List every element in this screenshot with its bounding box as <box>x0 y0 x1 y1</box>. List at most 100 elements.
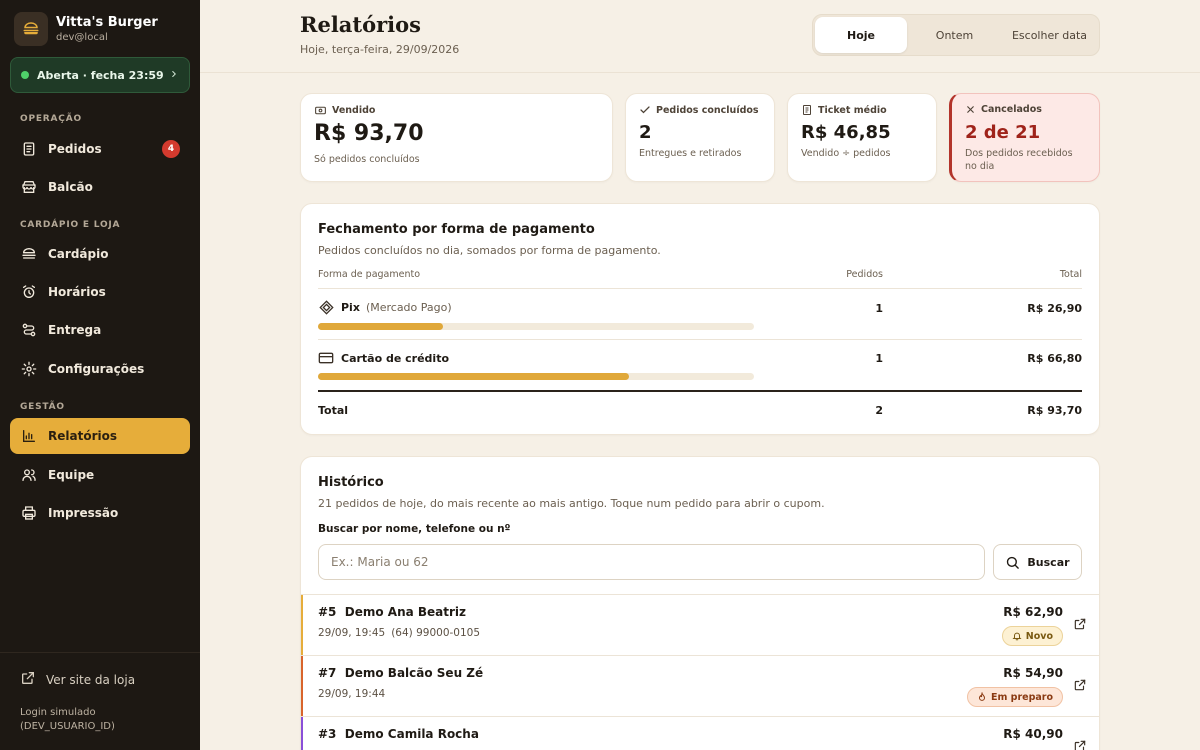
cash-icon <box>314 104 327 117</box>
kpi-label-text: Ticket médio <box>818 104 887 116</box>
order-title: #3 Demo Camila Rocha <box>318 727 479 741</box>
sidebar-item-impressao[interactable]: Impressão <box>10 495 190 531</box>
sidebar: Vitta's Burger dev@local Aberta · fecha … <box>0 0 200 750</box>
kpi-value: R$ 46,85 <box>801 122 891 143</box>
status-dot-icon <box>21 71 29 79</box>
order-row[interactable]: #5 Demo Ana Beatriz 29/09, 19:45 (64) 9900… <box>301 594 1099 655</box>
search-input[interactable] <box>318 544 985 580</box>
date-filter: Hoje Ontem Escolher data <box>812 14 1100 56</box>
flame-icon <box>977 692 987 702</box>
sidebar-item-pedidos[interactable]: Pedidos 4 <box>10 131 190 167</box>
burger-icon <box>20 245 38 263</box>
view-store-site-link[interactable]: Ver site da loja <box>20 670 135 690</box>
column-header-total: Total <box>1059 269 1082 280</box>
kpi-note: Dos pedidos recebidos no dia <box>965 147 1073 173</box>
order-status-accent <box>301 595 303 655</box>
x-icon <box>965 104 976 115</box>
order-datetime: 29/09, 19:45 <box>318 627 386 639</box>
receipt-icon <box>801 104 813 116</box>
credit-card-icon <box>318 351 334 365</box>
sidebar-item-label: Impressão <box>48 506 119 520</box>
page-subtitle: Hoje, terça-feira, 29/09/2026 <box>300 43 460 56</box>
history-title: Histórico <box>318 475 384 490</box>
pix-icon <box>318 300 334 315</box>
order-title: #5 Demo Ana Beatriz <box>318 605 466 619</box>
payment-method-credit-card: Cartão de crédito <box>318 351 449 365</box>
sidebar-item-equipe[interactable]: Equipe <box>10 457 190 493</box>
payment-summary-card: Fechamento por forma de pagamento Pedido… <box>300 203 1100 435</box>
kpi-note: Vendido ÷ pedidos <box>801 148 891 159</box>
payment-total: R$ 26,90 <box>1027 302 1082 315</box>
order-row[interactable]: #3 Demo Camila Rocha R$ 40,90 <box>301 716 1099 750</box>
date-option-yesterday[interactable]: Ontem <box>907 17 1002 53</box>
date-option-choose[interactable]: Escolher data <box>1002 17 1097 53</box>
order-customer: Demo Balcão Seu Zé <box>344 666 484 680</box>
kpi-label-text: Pedidos concluídos <box>656 104 759 116</box>
payment-method-name: Cartão de crédito <box>341 351 450 365</box>
kpi-label-text: Vendido <box>332 105 376 116</box>
sidebar-divider <box>0 652 200 653</box>
kpi-card-ticket: Ticket médio R$ 46,85 Vendido ÷ pedidos <box>787 93 937 182</box>
kpi-label: Cancelados <box>965 104 1042 115</box>
login-note-line: (DEV_USUARIO_ID) <box>20 721 115 732</box>
search-label: Buscar por nome, telefone ou nº <box>318 523 511 535</box>
open-receipt-icon[interactable] <box>1073 739 1087 750</box>
kpi-label: Vendido <box>314 104 375 117</box>
kpi-note-line: Dos pedidos recebidos <box>965 148 1073 159</box>
kpi-label: Ticket médio <box>801 104 887 116</box>
table-total-divider <box>318 390 1082 392</box>
open-receipt-icon[interactable] <box>1073 678 1087 692</box>
login-note-line: Login simulado <box>20 707 96 718</box>
sidebar-item-entrega[interactable]: Entrega <box>10 312 190 348</box>
order-row[interactable]: #7 Demo Balcão Seu Zé 29/09, 19:44 R$ 54,9… <box>301 655 1099 716</box>
check-icon <box>639 104 651 116</box>
order-status-accent <box>301 656 303 716</box>
users-icon <box>20 466 38 484</box>
sidebar-item-configuracoes[interactable]: Configurações <box>10 351 190 387</box>
open-receipt-icon[interactable] <box>1073 617 1087 631</box>
order-customer: Demo Camila Rocha <box>344 727 479 741</box>
date-option-today[interactable]: Hoje <box>815 17 907 53</box>
store-status-button[interactable]: Aberta · fecha 23:59 <box>10 57 190 93</box>
payment-total: R$ 66,80 <box>1027 352 1082 365</box>
payment-method-detail: (Mercado Pago) <box>365 301 452 314</box>
order-status-label: Novo <box>1025 630 1053 642</box>
section-title-cardapio: CARDÁPIO E LOJA <box>20 220 121 230</box>
printer-icon <box>20 504 38 522</box>
payment-method-pix: Pix (Mercado Pago) <box>318 300 452 315</box>
alarm-clock-icon <box>20 283 38 301</box>
login-note: Login simulado (DEV_USUARIO_ID) <box>20 706 115 734</box>
payment-orders-count: 1 <box>875 302 883 315</box>
brand[interactable]: Vitta's Burger dev@local <box>14 12 158 46</box>
payment-share-fill <box>318 373 629 380</box>
view-store-site-label: Ver site da loja <box>46 673 136 687</box>
kpi-note: Só pedidos concluídos <box>314 154 420 165</box>
history-card: Histórico 21 pedidos de hoje, do mais re… <box>300 456 1100 750</box>
external-link-icon <box>20 670 36 690</box>
sidebar-item-label: Balcão <box>48 180 93 194</box>
sidebar-item-label: Entrega <box>48 323 102 337</box>
table-divider <box>318 339 1082 340</box>
search-button[interactable]: Buscar <box>993 544 1082 580</box>
kpi-note: Entregues e retirados <box>639 148 742 159</box>
order-number: #7 <box>318 666 337 680</box>
kpi-label-text: Cancelados <box>981 104 1042 115</box>
sidebar-item-relatorios[interactable]: Relatórios <box>10 418 190 454</box>
order-status-badge: Novo <box>1001 626 1063 646</box>
sidebar-item-label: Cardápio <box>48 247 109 261</box>
order-total: R$ 54,90 <box>1003 666 1063 680</box>
sidebar-item-cardapio[interactable]: Cardápio <box>10 236 190 272</box>
header-divider <box>200 72 1200 73</box>
kpi-card-sold: Vendido R$ 93,70 Só pedidos concluídos <box>300 93 613 182</box>
kpi-label: Pedidos concluídos <box>639 104 759 116</box>
payment-summary-subtitle: Pedidos concluídos no dia, somados por f… <box>318 244 661 257</box>
kpi-card-completed: Pedidos concluídos 2 Entregues e retirad… <box>625 93 775 182</box>
sidebar-item-label: Configurações <box>48 362 145 376</box>
search-icon <box>1005 555 1020 570</box>
kpi-value: 2 de 21 <box>965 122 1041 143</box>
payment-share-bar <box>318 373 754 380</box>
sidebar-item-horarios[interactable]: Horários <box>10 274 190 310</box>
bar-chart-icon <box>20 427 38 445</box>
sidebar-item-label: Pedidos <box>48 142 102 156</box>
sidebar-item-balcao[interactable]: Balcão <box>10 169 190 205</box>
